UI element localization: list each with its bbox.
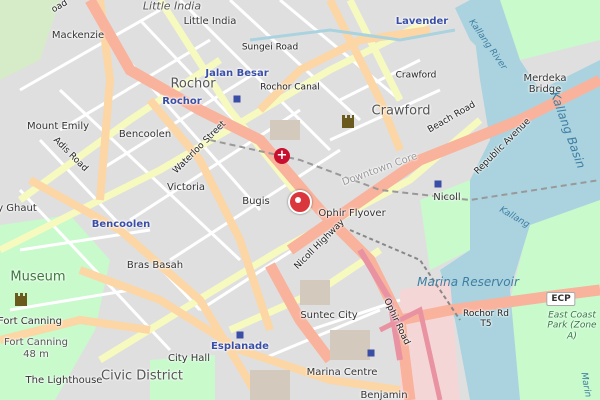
castle-icon[interactable] [342,115,354,128]
label-bencoolen-road: Bencoolen [118,129,172,140]
label-bukit-ghaut: y Ghaut [0,203,37,214]
label-nicoll: Nicoll [433,192,461,203]
fort-icon[interactable] [15,293,27,306]
mrt-station-icon[interactable] [236,331,244,339]
label-fort-canning-height: 48 m [23,349,49,360]
label-sungei-road: Sungei Road [241,42,299,53]
label-marina-centre: Marina Centre [306,367,378,378]
label-ophir-flyover: Ophir Flyover [318,208,386,219]
location-pin-icon[interactable] [288,190,312,214]
label-east-coast-park: East Coast Park (Zone A) [547,310,597,342]
label-crawford-area: Crawford [371,103,431,119]
label-fort-canning-hill: Fort Canning [4,337,68,348]
label-rochor-rd-t5: Rochor Rd T5 [462,309,510,329]
mrt-station-icon[interactable] [434,180,442,188]
label-jalan-besar-station: Jalan Besar [205,68,269,79]
map-view[interactable]: Little India Little India Mackenzie Sung… [0,0,600,400]
mrt-station-icon[interactable] [233,95,241,103]
label-bugis: Bugis [242,196,270,207]
label-esplanade-station: Esplanade [211,341,269,352]
label-the-lighthouse: The Lighthouse [25,375,103,386]
label-bras-basah: Bras Basah [126,260,184,271]
label-benjamin: Benjamin [360,390,408,400]
label-crawford-road: Crawford [395,70,437,81]
label-little-india-top: Little India [142,0,202,13]
label-rochor-canal: Rochor Canal [260,82,320,93]
label-civic-district: Civic District [101,368,183,384]
mrt-station-icon[interactable] [367,349,375,357]
label-museum: Museum [10,269,66,285]
ecp-shield: ECP [546,292,576,306]
hospital-icon[interactable]: + [274,148,290,164]
label-little-india: Little India [183,16,237,27]
label-rochor-area: Rochor [170,76,216,92]
label-city-hall: City Hall [168,353,210,364]
label-mount-emily: Mount Emily [26,121,90,132]
label-fort-canning: Fort Canning [0,316,62,327]
label-mackenzie: Mackenzie [51,30,105,41]
label-marina-reservoir: Marina Reservoir [417,275,519,289]
label-bencoolen-station: Bencoolen [91,219,151,230]
label-lavender-station: Lavender [395,16,449,27]
label-suntec-city: Suntec City [300,310,358,321]
label-victoria: Victoria [167,182,205,193]
label-rochor-station: Rochor [162,96,202,107]
